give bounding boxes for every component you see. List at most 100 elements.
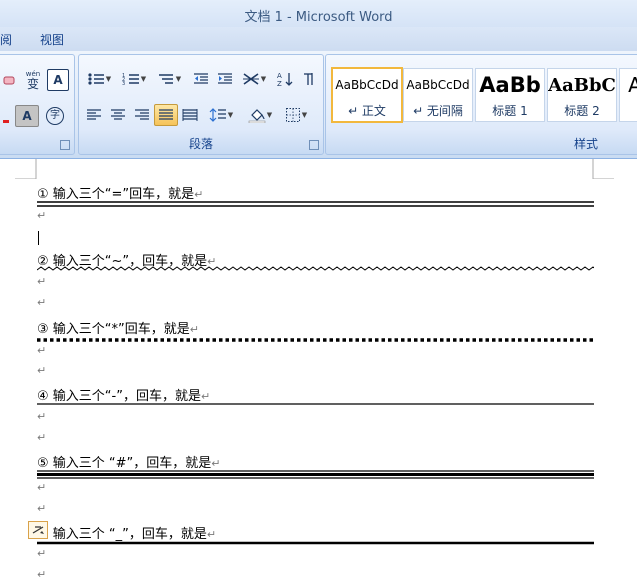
empty-paragraph: ↵ xyxy=(37,568,47,581)
svg-text:A: A xyxy=(277,72,282,80)
style-normal-sample: AaBbCcDd xyxy=(335,78,399,92)
paragraph-text: 输入三个“*”回车，就是 xyxy=(52,322,190,337)
paragraph-mark-icon xyxy=(304,73,313,85)
paragraph-3[interactable]: ③ 输入三个“*”回车，就是↵ xyxy=(37,318,199,337)
paragraph-number: ④ xyxy=(37,389,49,404)
dotted-line-border xyxy=(37,338,594,342)
style-heading-1[interactable]: AaBb 标题 1 xyxy=(475,68,545,122)
character-border-glyph: A xyxy=(53,73,63,87)
clear-format-button[interactable] xyxy=(0,69,19,91)
text-cursor xyxy=(38,231,39,245)
sort-icon: AZ xyxy=(277,72,293,87)
document-page[interactable]: ① 输入三个“=”回车，就是↵ ↵ ② 输入三个“~”，回车，就是↵ ↵ ↵ ③… xyxy=(0,159,637,581)
paragraph-5[interactable]: ⑤ 输入三个 “#”，回车，就是↵ xyxy=(37,452,221,471)
autocorrect-options-button[interactable] xyxy=(28,521,48,539)
paragraph-text: 输入三个“-”，回车，就是 xyxy=(52,389,201,404)
style-title-sample: A xyxy=(620,73,637,97)
ribbon: wén 变 A A 字 ▼ 1 2 3 ▼ ▼ ▼ A Z ▼ ▼ ▼ 段落 A… xyxy=(0,51,637,159)
borders-button[interactable]: ▼ xyxy=(279,104,313,126)
double-line-border xyxy=(37,201,594,207)
window-title: 文档 1 - Microsoft Word xyxy=(244,10,393,25)
paint-bucket-icon xyxy=(248,109,266,123)
style-normal[interactable]: AaBbCcDd ↵ 正文 xyxy=(331,67,403,123)
triple-line-border xyxy=(37,470,594,479)
empty-paragraph: ↵ xyxy=(37,431,47,444)
styles-group: AaBbCcDd ↵ 正文 AaBbCcDd ↵ 无间隔 AaBb 标题 1 A… xyxy=(325,54,637,155)
bullets-button[interactable]: ▼ xyxy=(82,68,116,90)
style-heading-1-sample: AaBb xyxy=(479,73,541,97)
svg-text:3: 3 xyxy=(122,81,125,86)
font-group: wén 变 A A 字 xyxy=(0,54,75,155)
svg-text:Z: Z xyxy=(277,80,282,87)
decrease-indent-icon xyxy=(194,73,208,84)
borders-icon xyxy=(285,108,300,122)
align-center-icon xyxy=(111,109,125,120)
line-spacing-icon xyxy=(209,108,226,122)
show-formatting-marks-button[interactable] xyxy=(297,68,321,90)
distributed-button[interactable] xyxy=(178,104,202,126)
shading-button[interactable]: ▼ xyxy=(241,104,279,126)
align-right-button[interactable] xyxy=(130,104,154,126)
phonetic-guide-button[interactable]: wén 变 xyxy=(21,67,45,93)
paragraph-number: ③ xyxy=(37,322,49,337)
style-heading-1-name: 标题 1 xyxy=(492,104,528,118)
font-color-button[interactable] xyxy=(0,105,13,127)
character-border-button[interactable]: A xyxy=(47,69,69,91)
thick-line-border xyxy=(37,541,594,545)
chinese-layout-button[interactable]: ▼ xyxy=(237,68,271,90)
single-line-border xyxy=(37,403,594,405)
character-shading-button[interactable]: A xyxy=(15,105,39,127)
paragraph-text: 输入三个“=”回车，就是 xyxy=(52,187,195,202)
paragraph-text: 输入三个 “_”，回车，就是 xyxy=(52,527,207,542)
paragraph-6[interactable]: ⑥ 输入三个 “_”，回车，就是↵ xyxy=(37,523,216,542)
tab-view[interactable]: 视图 xyxy=(40,31,64,48)
sort-button[interactable]: AZ xyxy=(273,68,297,90)
paragraph-1[interactable]: ① 输入三个“=”回车，就是↵ xyxy=(37,183,203,202)
paragraph-mark: ↵ xyxy=(189,323,199,336)
empty-paragraph: ↵ xyxy=(37,481,47,494)
margin-corner-right xyxy=(592,159,614,179)
style-no-spacing-sample: AaBbCcDd xyxy=(406,78,470,92)
style-no-spacing[interactable]: AaBbCcDd ↵ 无间隔 xyxy=(403,68,473,122)
style-heading-2[interactable]: AaBbC 标题 2 xyxy=(547,68,617,122)
font-color-swatch xyxy=(3,119,9,123)
eraser-icon xyxy=(3,76,15,85)
multilevel-list-icon xyxy=(158,74,173,84)
paragraph-number: ⑤ xyxy=(37,456,49,471)
line-spacing-button[interactable]: ▼ xyxy=(204,104,238,126)
paragraph-mark: ↵ xyxy=(200,390,211,403)
paragraph-mark: ↵ xyxy=(194,188,204,201)
empty-paragraph: ↵ xyxy=(37,275,47,288)
paragraph-group: ▼ 1 2 3 ▼ ▼ ▼ AZ ▼ ▼ ▼ 段落 xyxy=(78,54,324,155)
paragraph-4[interactable]: ④ 输入三个“-”，回车，就是↵ xyxy=(37,385,210,404)
align-center-button[interactable] xyxy=(106,104,130,126)
empty-paragraph: ↵ xyxy=(37,209,47,222)
numbering-icon: 123 xyxy=(122,73,139,86)
multilevel-list-button[interactable]: ▼ xyxy=(152,68,186,90)
empty-paragraph: ↵ xyxy=(37,296,47,309)
enclose-characters-button[interactable]: 字 xyxy=(43,105,67,127)
style-title[interactable]: A xyxy=(619,68,637,122)
autocorrect-lightning-icon xyxy=(32,526,44,534)
paragraph-text: 输入三个 “#”，回车，就是 xyxy=(52,456,212,471)
justify-icon xyxy=(159,109,173,120)
ribbon-tab-bar: 阅 视图 xyxy=(0,27,637,51)
increase-indent-button[interactable] xyxy=(213,68,237,90)
styles-group-label: 样式 xyxy=(573,137,598,151)
numbering-button[interactable]: 1 2 3 ▼ xyxy=(117,68,151,90)
title-bar: 文档 1 - Microsoft Word xyxy=(0,0,637,27)
paragraph-dialog-launcher[interactable] xyxy=(309,140,319,150)
style-heading-2-name: 标题 2 xyxy=(564,104,600,118)
decrease-indent-button[interactable] xyxy=(189,68,213,90)
justify-button[interactable] xyxy=(154,104,178,126)
font-dialog-launcher[interactable] xyxy=(60,140,70,150)
wavy-line-border xyxy=(37,266,594,271)
empty-paragraph: ↵ xyxy=(37,344,47,357)
empty-paragraph: ↵ xyxy=(37,410,47,423)
paragraph-mark: ↵ xyxy=(206,528,217,541)
empty-paragraph: ↵ xyxy=(37,502,47,515)
align-left-button[interactable] xyxy=(82,104,106,126)
tab-review[interactable]: 阅 xyxy=(0,31,12,48)
phonetic-char: 变 xyxy=(26,77,39,91)
paragraph-mark: ↵ xyxy=(211,457,221,470)
